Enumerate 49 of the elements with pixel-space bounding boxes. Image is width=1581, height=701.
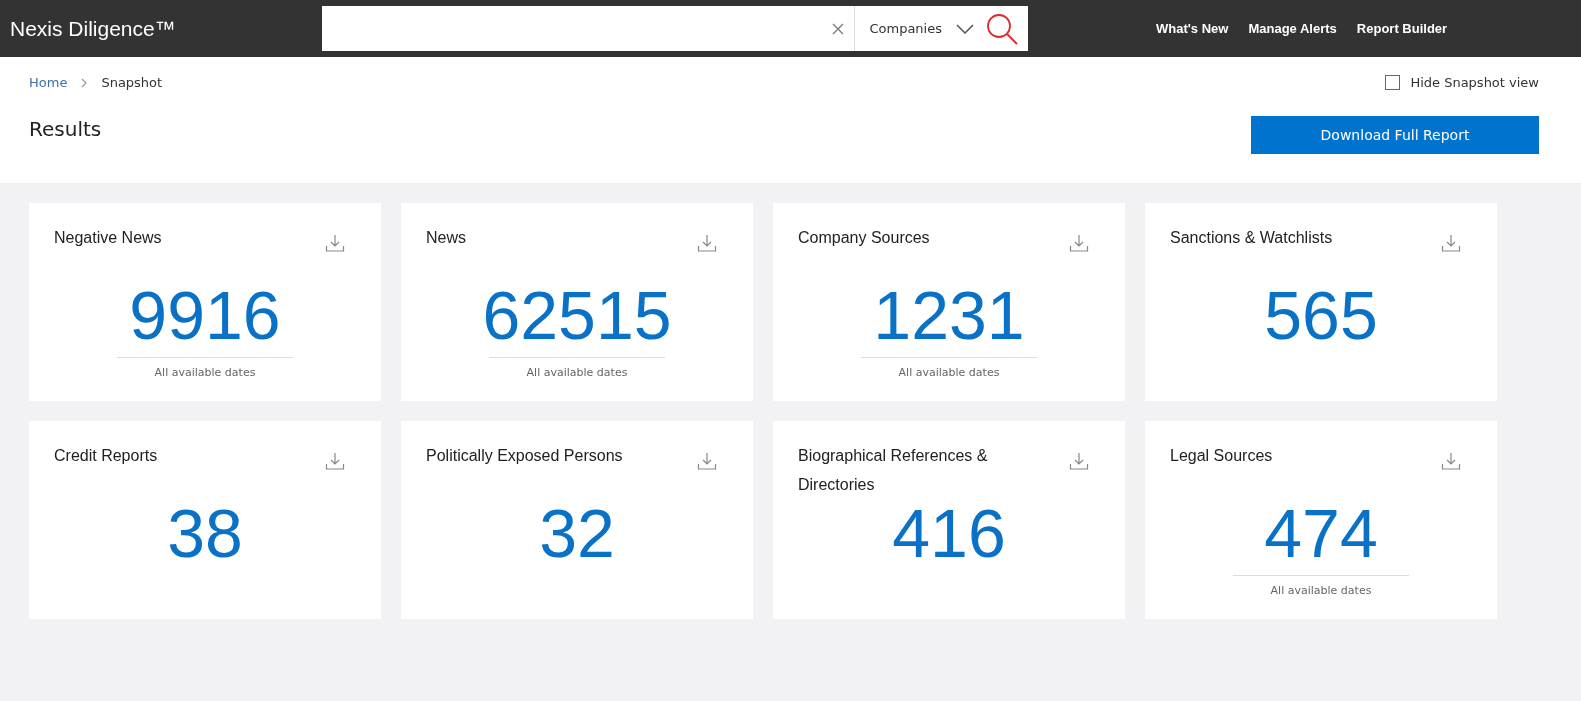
download-report-button[interactable]: Download Full Report [1251,116,1539,154]
date-range-caption: All available dates [117,357,293,379]
date-range-caption: All available dates [489,357,665,379]
card-title: Legal Sources [1170,446,1273,466]
result-count[interactable]: 9916 [129,281,281,349]
card-title: Company Sources [798,228,930,248]
result-card[interactable]: Sanctions & Watchlists 565 [1145,203,1497,401]
nav-link[interactable]: Report Builder [1356,21,1448,36]
result-count[interactable]: 416 [892,499,1006,567]
result-count[interactable]: 62515 [482,281,672,349]
app-logo[interactable]: Nexis Diligence™ [10,16,322,41]
download-icon[interactable] [1069,233,1089,253]
card-title: Credit Reports [54,446,158,466]
result-card[interactable]: Politically Exposed Persons 32 [401,421,753,619]
result-card[interactable]: Credit Reports 38 [29,421,381,619]
breadcrumb-link[interactable]: Home [29,75,68,90]
card-title: Negative News [54,228,162,248]
chevron-down-icon [956,23,974,34]
result-card[interactable]: Company Sources 1231 All available dates [773,203,1125,401]
download-icon[interactable] [325,451,345,471]
chevron-right-icon [81,77,88,88]
nav-link[interactable]: Manage Alerts [1248,21,1337,36]
download-icon[interactable] [1069,451,1089,471]
result-card[interactable]: Legal Sources 474 All available dates [1145,421,1497,619]
result-count[interactable]: 1231 [873,281,1025,349]
download-icon[interactable] [1441,451,1461,471]
download-icon[interactable] [1441,233,1461,253]
result-count[interactable]: 474 [1264,499,1378,567]
result-count[interactable]: 565 [1264,281,1378,349]
card-title: Biographical References & Directories [798,446,989,495]
nav-link[interactable]: What's New [1156,21,1229,36]
result-card[interactable]: News 62515 All available dates [401,203,753,401]
card-title: News [426,228,466,248]
checkbox-label: Hide Snapshot view [1410,75,1539,90]
download-icon[interactable] [697,451,717,471]
result-count[interactable]: 38 [167,499,243,567]
breadcrumb-current: Snapshot [101,75,163,90]
result-count[interactable]: 32 [539,499,615,567]
result-card[interactable]: Biographical References & Directories 416 [773,421,1125,619]
download-icon[interactable] [325,233,345,253]
close-icon[interactable] [832,22,845,35]
date-range-caption: All available dates [1233,575,1409,597]
result-card[interactable]: Negative News 9916 All available dates [29,203,381,401]
page-title: Results [29,117,102,141]
card-title: Politically Exposed Persons [426,446,623,466]
date-range-caption: All available dates [861,357,1037,379]
checkbox[interactable] [1385,75,1401,90]
download-icon[interactable] [697,233,717,253]
card-title: Sanctions & Watchlists [1170,228,1333,248]
